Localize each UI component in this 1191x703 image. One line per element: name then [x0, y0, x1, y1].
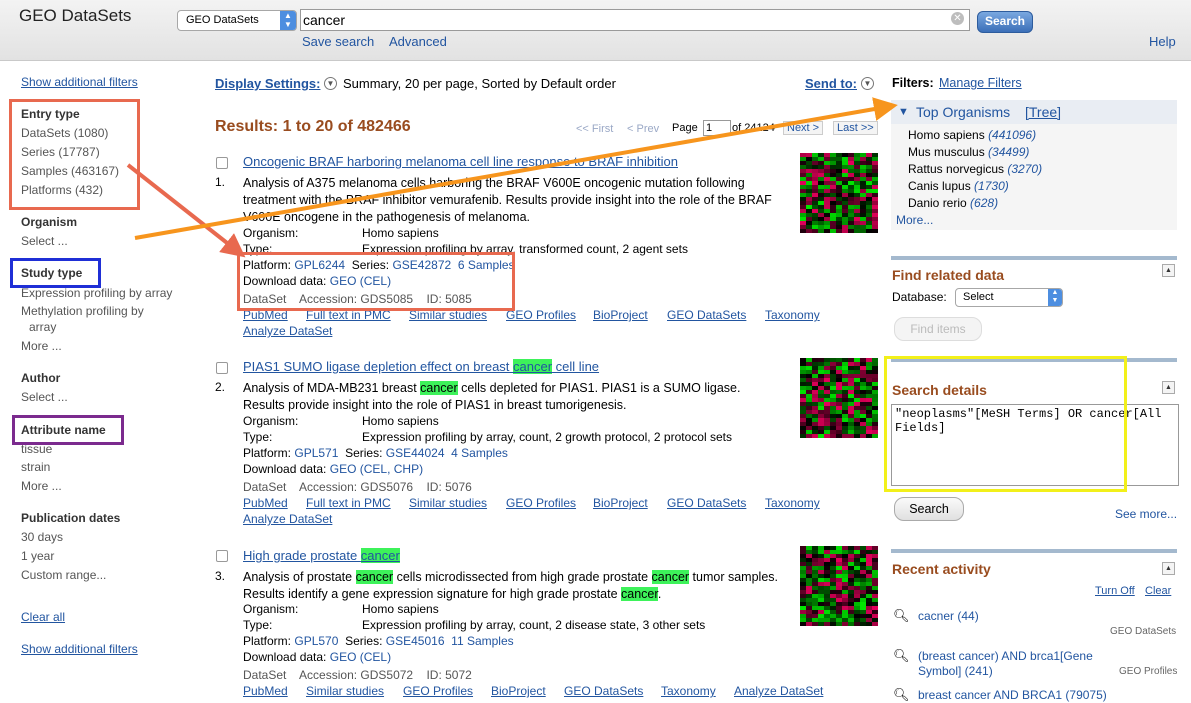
- annotation-arrows: [126, 97, 898, 258]
- annotation-arrow-orange: [134, 97, 898, 240]
